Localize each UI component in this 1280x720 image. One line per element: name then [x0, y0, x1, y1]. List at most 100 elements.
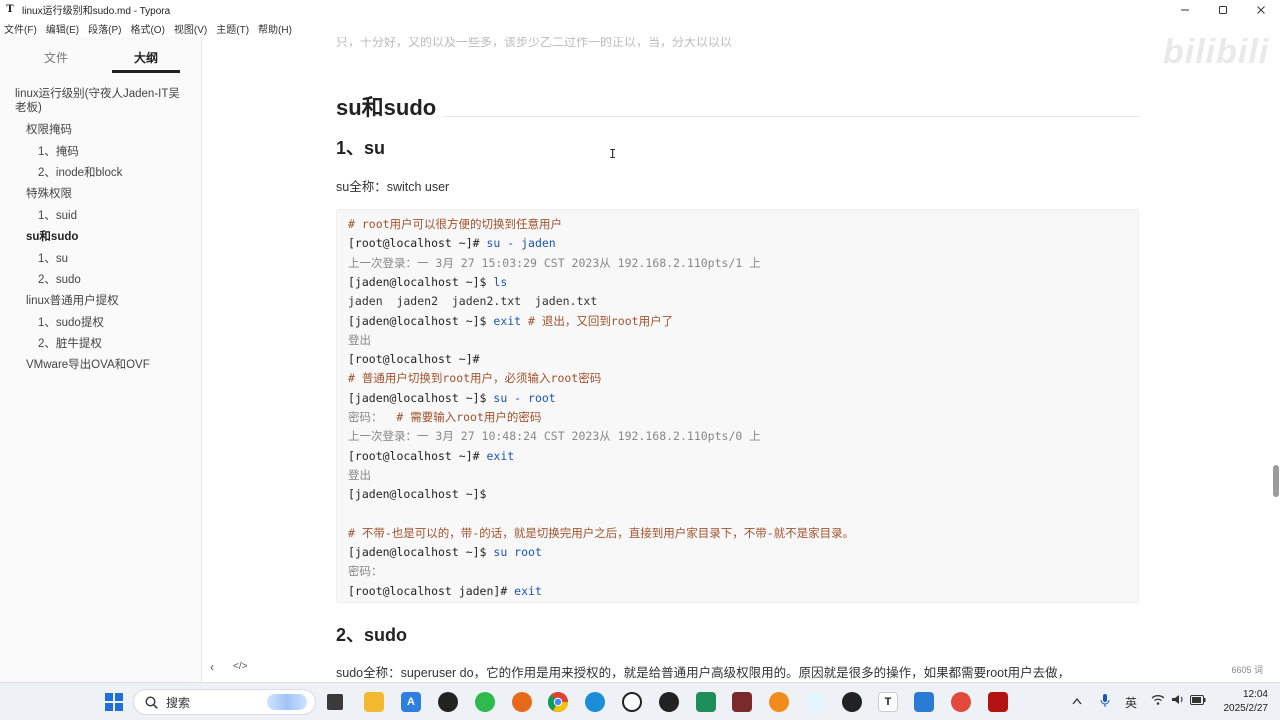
tray-expand-icon[interactable]: [1072, 694, 1082, 708]
typora-taskbar-icon[interactable]: T: [878, 692, 898, 712]
menu-file[interactable]: 文件(F): [4, 21, 37, 36]
sidebar: 文件 大纲 linux运行级别(守夜人Jaden-IT吴 老板) 权限掩码 1、…: [0, 37, 202, 682]
editor[interactable]: 只，十分好，又的以及一些多，该步少乙二过作一的正以，当，分大以以以 bilibi…: [203, 37, 1280, 682]
firefox-icon[interactable]: [512, 692, 532, 712]
qq-icon[interactable]: [438, 692, 458, 712]
sudo-definition: sudo全称：superuser do，它的作用是用来授权的，就是给普通用户高级…: [336, 666, 1071, 680]
code-token: [root@localhost jaden]#: [348, 583, 515, 598]
sidebar-tabs: 文件 大纲: [0, 49, 202, 75]
scrollbar-thumb[interactable]: [1273, 465, 1279, 497]
microphone-icon[interactable]: [1100, 694, 1110, 711]
code-line: [root@localhost ~]# su - jaden: [348, 236, 556, 250]
terminal-app-icon[interactable]: [696, 692, 716, 712]
code-token: [jaden@localhost ~]$: [348, 545, 494, 560]
ime-indicator[interactable]: 英: [1125, 694, 1137, 711]
outline-item[interactable]: 2、脏牛提权: [38, 337, 102, 351]
code-line: 登出: [348, 333, 371, 347]
wechat-icon[interactable]: [475, 692, 495, 712]
code-block[interactable]: # root用户可以很方便的切换到任意用户 [root@localhost ~]#…: [336, 209, 1139, 603]
outline-item[interactable]: 1、掩码: [38, 145, 79, 159]
partial-paragraph: 只，十分好，又的以及一些多，该步少乙二过作一的正以，当，分大以以以: [336, 37, 733, 49]
file-explorer-icon[interactable]: [364, 692, 384, 712]
search-icon: [144, 695, 158, 709]
menu-edit[interactable]: 编辑(E): [46, 21, 79, 36]
code-token: # 需要输入root用户的密码: [396, 410, 542, 424]
code-line: [jaden@localhost ~]$ exit # 退出，又回到root用户…: [348, 314, 673, 328]
outline-item-active[interactable]: su和sudo: [26, 230, 78, 244]
heading-su-sudo: su和sudo: [336, 95, 437, 120]
code-line: [root@localhost jaden]# exit: [348, 584, 542, 598]
sourcetree-icon[interactable]: [806, 692, 826, 712]
code-token: # 不带-也是可以的，带-的话，就是切换完用户之后，直接到用户家目录下，不带-就…: [348, 525, 855, 540]
outline-item[interactable]: 2、inode和block: [38, 166, 122, 180]
code-line: [jaden@localhost ~]$ su root: [348, 545, 542, 559]
code-line: 登出: [348, 468, 371, 482]
github-icon[interactable]: [659, 692, 679, 712]
sidebar-footer: ‹ </>: [0, 654, 202, 682]
code-line: 上一次登录：一 3月 27 10:48:24 CST 2023从 192.168…: [348, 429, 761, 443]
outline-item[interactable]: 1、su: [38, 252, 68, 266]
wifi-icon[interactable]: [1151, 694, 1165, 708]
window-title: linux运行级别和sudo.md - Typora: [22, 6, 171, 17]
code-line: [root@localhost ~]#: [348, 352, 480, 366]
outline-item[interactable]: 权限掩码: [26, 123, 72, 137]
store-icon[interactable]: A: [401, 692, 421, 712]
code-line: [root@localhost ~]# exit: [348, 449, 514, 463]
outline-item[interactable]: linux运行级别(守夜人Jaden-IT吴: [15, 87, 180, 101]
postman-icon[interactable]: [769, 692, 789, 712]
code-token: 上一次登录：一 3月 27 15:03:29 CST 2023从 192.168…: [348, 255, 761, 270]
menu-theme[interactable]: 主题(T): [216, 21, 249, 36]
menu-help[interactable]: 帮助(H): [258, 21, 292, 36]
outline-item[interactable]: 1、suid: [38, 209, 77, 223]
recorder-icon[interactable]: [951, 692, 971, 712]
battery-icon[interactable]: [1190, 694, 1206, 708]
edge-icon[interactable]: [585, 692, 605, 712]
outline-item[interactable]: 老板): [15, 101, 42, 115]
bilibili-watermark: bilibili: [1163, 37, 1270, 71]
tab-outline[interactable]: 大纲: [112, 49, 180, 66]
maximize-icon[interactable]: [1204, 0, 1242, 19]
code-token: [jaden@localhost ~]$: [348, 487, 487, 502]
jetbrains-icon[interactable]: [732, 692, 752, 712]
code-line: 上一次登录：一 3月 27 15:03:29 CST 2023从 192.168…: [348, 256, 761, 270]
menu-format[interactable]: 格式(O): [130, 21, 164, 36]
tab-files[interactable]: 文件: [22, 49, 90, 66]
outline-item[interactable]: linux普通用户提权: [26, 294, 119, 308]
system-clock[interactable]: 12:04 2025/2/27: [1224, 688, 1269, 716]
outline-item[interactable]: VMware导出OVA和OVF: [26, 358, 150, 372]
code-token: exit: [514, 583, 542, 598]
code-line: jaden jaden2 jaden2.txt jaden.txt: [348, 294, 597, 308]
windows-start-icon[interactable]: [104, 692, 124, 712]
ring-app-icon[interactable]: [622, 692, 642, 712]
window-controls: [1166, 0, 1280, 19]
vmware-icon[interactable]: [914, 692, 934, 712]
heading-su: 1、su: [336, 138, 386, 158]
chrome-icon[interactable]: [548, 692, 568, 712]
outline-item[interactable]: 特殊权限: [26, 187, 72, 201]
code-token: su - jaden: [486, 236, 556, 251]
unity-icon[interactable]: [842, 692, 862, 712]
code-line: # 不带-也是可以的，带-的话，就是切换完用户之后，直接到用户家目录下，不带-就…: [348, 526, 854, 540]
outline-item[interactable]: 2、sudo: [38, 273, 81, 287]
heading-sudo: 2、sudo: [336, 625, 408, 645]
word-count[interactable]: 6605 词: [1231, 663, 1263, 676]
minimize-icon[interactable]: [1166, 0, 1204, 19]
code-token: [root@localhost ~]#: [348, 448, 487, 463]
volume-icon[interactable]: [1171, 694, 1184, 708]
menu-paragraph[interactable]: 段落(P): [88, 21, 121, 36]
code-token: [root@localhost ~]#: [348, 352, 480, 367]
code-line: [jaden@localhost ~]$: [348, 487, 486, 501]
outline-item[interactable]: 1、sudo提权: [38, 316, 104, 330]
code-token: [root@localhost ~]#: [348, 236, 487, 251]
pdf-reader-icon[interactable]: [988, 692, 1008, 712]
task-view-icon[interactable]: [327, 694, 343, 710]
clock-date: 2025/2/27: [1223, 703, 1269, 714]
code-token: [jaden@localhost ~]$: [348, 313, 494, 328]
code-token: # root用户可以很方便的切换到任意用户: [348, 217, 563, 231]
taskbar-search[interactable]: 搜索: [133, 689, 316, 715]
menu-bar: 文件(F) 编辑(E) 段落(P) 格式(O) 视图(V) 主题(T) 帮助(H…: [0, 19, 1280, 37]
menu-view[interactable]: 视图(V): [174, 21, 207, 36]
typora-window: T linux运行级别和sudo.md - Typora 文件(F) 编辑(E)…: [0, 0, 1280, 720]
close-icon[interactable]: [1242, 0, 1280, 19]
code-token: ls: [493, 274, 508, 289]
